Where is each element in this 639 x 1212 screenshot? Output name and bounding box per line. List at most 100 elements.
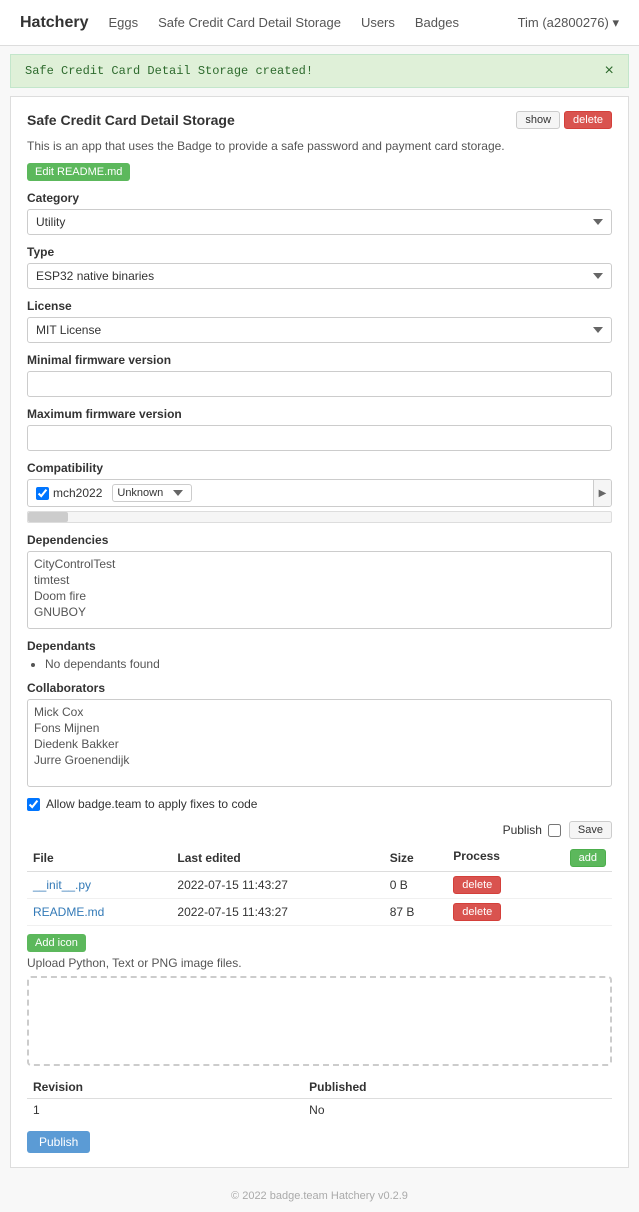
rev-number-0: 1 — [27, 1099, 303, 1122]
main-card: Safe Credit Card Detail Storage show del… — [10, 96, 629, 1168]
file-link-0[interactable]: __init__.py — [33, 878, 91, 892]
user-menu[interactable]: Tim (a2800276) ▾ — [518, 15, 619, 31]
license-label: License — [27, 299, 612, 313]
collaborators-list[interactable]: Mick Cox Fons Mijnen Diedenk Bakker Jurr… — [27, 699, 612, 787]
col-process: Process add — [447, 845, 612, 872]
publish-button[interactable]: Publish — [27, 1131, 90, 1153]
dep-item-1: timtest — [32, 572, 607, 588]
files-table-header: File Last edited Size Process add — [27, 845, 612, 872]
file-row-0: __init__.py 2022-07-15 11:43:27 0 B dele… — [27, 872, 612, 899]
save-button[interactable]: Save — [569, 821, 612, 839]
type-label: Type — [27, 245, 612, 259]
max-fw-group: Maximum firmware version — [27, 407, 612, 451]
rev-row-0: 1 No — [27, 1099, 612, 1122]
max-fw-label: Maximum firmware version — [27, 407, 612, 421]
compat-status-select[interactable]: Unknown Working Broken — [112, 484, 192, 502]
type-group: Type ESP32 native binaries Python Other — [27, 245, 612, 289]
navbar-link-users[interactable]: Users — [361, 15, 395, 30]
add-icon-button[interactable]: Add icon — [27, 934, 86, 952]
compat-row: mch2022 Unknown Working Broken ▶ — [27, 479, 612, 507]
upload-label: Upload Python, Text or PNG image files. — [27, 956, 612, 970]
footer: © 2022 badge.team Hatchery v0.2.9 — [0, 1176, 639, 1212]
navbar-link-sccds[interactable]: Safe Credit Card Detail Storage — [158, 15, 341, 30]
category-label: Category — [27, 191, 612, 205]
col-file: File — [27, 845, 171, 872]
edit-readme-button[interactable]: Edit README.md — [27, 163, 130, 181]
type-select[interactable]: ESP32 native binaries Python Other — [27, 263, 612, 289]
dependants-label: Dependants — [27, 639, 612, 653]
dep-item-2: Doom fire — [32, 588, 607, 604]
alert-message: Safe Credit Card Detail Storage created! — [25, 64, 313, 78]
compatibility-group: Compatibility mch2022 Unknown Working Br… — [27, 461, 612, 523]
compat-mch2022-checkbox[interactable] — [36, 487, 49, 500]
app-description: This is an app that uses the Badge to pr… — [27, 139, 612, 153]
show-button[interactable]: show — [516, 111, 560, 129]
publish-save-row: Publish Save — [27, 821, 612, 839]
allow-badge-team-row: Allow badge.team to apply fixes to code — [27, 797, 612, 811]
dependencies-label: Dependencies — [27, 533, 612, 547]
card-actions: show delete — [516, 111, 612, 129]
navbar: Hatchery Eggs Safe Credit Card Detail St… — [0, 0, 639, 46]
add-file-button[interactable]: add — [570, 849, 606, 867]
col-revision: Revision — [27, 1076, 303, 1099]
revision-table: Revision Published 1 No — [27, 1076, 612, 1121]
publish-label: Publish — [503, 823, 542, 837]
file-delete-1[interactable]: delete — [453, 903, 501, 921]
navbar-brand[interactable]: Hatchery — [20, 14, 88, 32]
file-link-1[interactable]: README.md — [33, 905, 104, 919]
category-group: Category Utility Games Demos Tools Other — [27, 191, 612, 235]
license-group: License MIT License Apache 2.0 GPL v3 No… — [27, 299, 612, 343]
allow-badge-team-checkbox[interactable] — [27, 798, 40, 811]
file-delete-0[interactable]: delete — [453, 876, 501, 894]
compat-mch2022: mch2022 — [36, 486, 102, 500]
alert-close-icon[interactable]: × — [604, 63, 614, 79]
col-edited: Last edited — [171, 845, 383, 872]
collab-item-0: Mick Cox — [32, 704, 607, 720]
compatibility-label: Compatibility — [27, 461, 612, 475]
compat-select-wrap: Unknown Working Broken — [112, 484, 192, 502]
dropzone[interactable] — [27, 976, 612, 1066]
collab-item-1: Fons Mijnen — [32, 720, 607, 736]
max-fw-input[interactable] — [27, 425, 612, 451]
file-size-0: 0 B — [384, 872, 448, 899]
file-edited-0: 2022-07-15 11:43:27 — [171, 872, 383, 899]
allow-badge-team-label: Allow badge.team to apply fixes to code — [46, 797, 257, 811]
dependencies-list[interactable]: CityControlTest timtest Doom fire GNUBOY — [27, 551, 612, 629]
dependencies-group: Dependencies CityControlTest timtest Doo… — [27, 533, 612, 629]
compat-mch2022-label: mch2022 — [53, 486, 102, 500]
delete-button[interactable]: delete — [564, 111, 612, 129]
rev-published-0: No — [303, 1099, 612, 1122]
dependants-list: No dependants found — [27, 657, 612, 671]
dep-item-3: GNUBOY — [32, 604, 607, 620]
collaborators-label: Collaborators — [27, 681, 612, 695]
license-select[interactable]: MIT License Apache 2.0 GPL v3 None — [27, 317, 612, 343]
card-header: Safe Credit Card Detail Storage show del… — [27, 111, 612, 129]
compat-inner: mch2022 Unknown Working Broken — [28, 480, 593, 506]
file-edited-1: 2022-07-15 11:43:27 — [171, 899, 383, 926]
card-title: Safe Credit Card Detail Storage — [27, 112, 235, 128]
category-select[interactable]: Utility Games Demos Tools Other — [27, 209, 612, 235]
collab-item-2: Diedenk Bakker — [32, 736, 607, 752]
rev-table-header: Revision Published — [27, 1076, 612, 1099]
min-fw-group: Minimal firmware version — [27, 353, 612, 397]
collaborators-group: Collaborators Mick Cox Fons Mijnen Diede… — [27, 681, 612, 787]
min-fw-label: Minimal firmware version — [27, 353, 612, 367]
navbar-link-eggs[interactable]: Eggs — [108, 15, 138, 30]
publish-checkbox-row: Publish — [503, 823, 561, 837]
navbar-link-badges[interactable]: Badges — [415, 15, 459, 30]
compat-scrollbar — [27, 511, 612, 523]
col-size: Size — [384, 845, 448, 872]
alert-banner: Safe Credit Card Detail Storage created!… — [10, 54, 629, 88]
footer-text: © 2022 badge.team Hatchery v0.2.9 — [231, 1190, 408, 1202]
files-table: File Last edited Size Process add __init… — [27, 845, 612, 926]
col-published: Published — [303, 1076, 612, 1099]
min-fw-input[interactable] — [27, 371, 612, 397]
dep-item-0: CityControlTest — [32, 556, 607, 572]
file-size-1: 87 B — [384, 899, 448, 926]
compat-scroll-right[interactable]: ▶ — [593, 480, 611, 506]
file-row-1: README.md 2022-07-15 11:43:27 87 B delet… — [27, 899, 612, 926]
no-dependants-item: No dependants found — [45, 657, 612, 671]
collab-item-3: Jurre Groenendijk — [32, 752, 607, 768]
publish-checkbox[interactable] — [548, 824, 561, 837]
dependants-group: Dependants No dependants found — [27, 639, 612, 671]
